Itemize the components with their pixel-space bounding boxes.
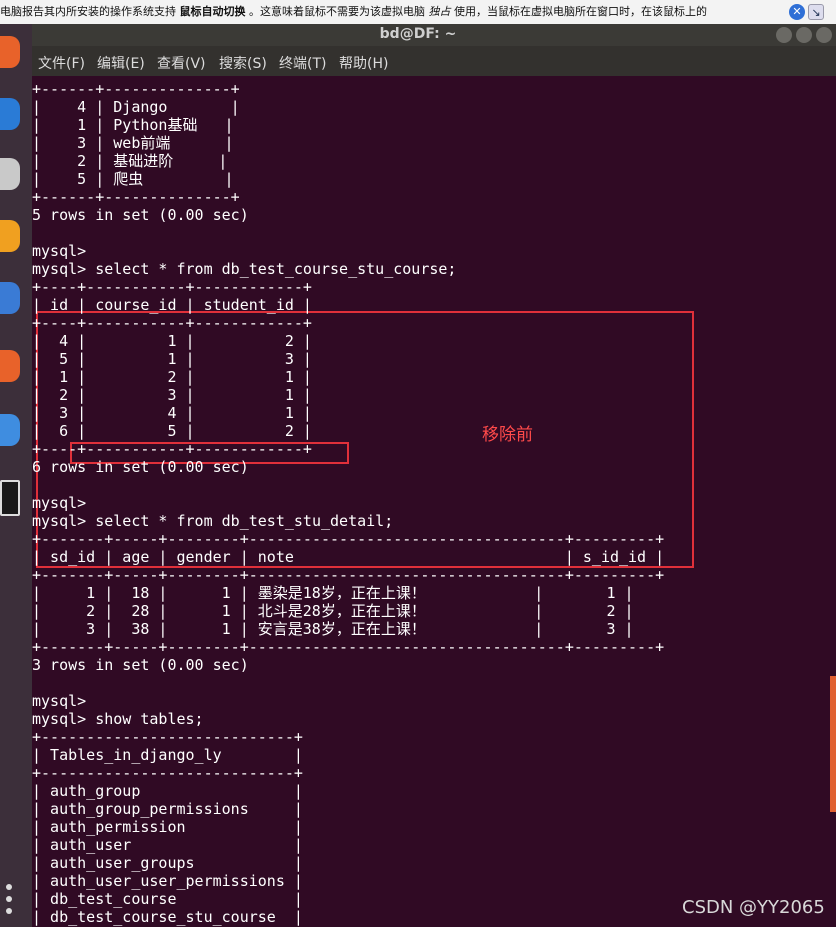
firefox-icon[interactable] (0, 36, 20, 68)
terminal-line: +------+--------------+ (32, 80, 240, 98)
terminal-line: mysql> show tables; (32, 710, 204, 728)
terminal-line: +----+-----------+------------+ (32, 440, 312, 458)
terminal-line: | sd_id | age | gender | note | s_id_id … (32, 548, 665, 566)
banner-text: 电脑报告其内所安装的操作系统支持 鼠标自动切换 。这意味着鼠标不需要为该虚拟电脑… (0, 5, 707, 18)
terminal-line: | 5 | 爬虫 | (32, 170, 234, 188)
menu-view[interactable]: 查看(V) (157, 53, 206, 73)
terminal-line: | Tables_in_django_ly | (32, 746, 303, 764)
terminal-line: | 2 | 3 | 1 | (32, 386, 312, 404)
terminal-line: | 1 | 18 | 1 | 墨染是18岁，正在上课！ | 1 | (32, 584, 634, 602)
menu-terminal[interactable]: 终端(T) (279, 53, 326, 73)
terminal-line: +-------+-----+--------+----------------… (32, 530, 665, 548)
terminal-line: | id | course_id | student_id | (32, 296, 312, 314)
vm-info-banner: 电脑报告其内所安装的操作系统支持 鼠标自动切换 。这意味着鼠标不需要为该虚拟电脑… (0, 0, 836, 24)
terminal-line: | 4 | Django | (32, 98, 240, 116)
files-icon[interactable] (0, 158, 20, 190)
terminal-line: +-------+-----+--------+----------------… (32, 638, 665, 656)
terminal-line: | auth_group | (32, 782, 303, 800)
terminal-line: | 3 | 4 | 1 | (32, 404, 312, 422)
apps-dot-1 (6, 884, 12, 890)
annotation-before-removal: 移除前 (482, 425, 533, 445)
terminal-output[interactable]: 移除前 +------+--------------+ | 4 | Django … (32, 76, 836, 927)
terminal-line: | 4 | 1 | 2 | (32, 332, 312, 350)
terminal-line: mysql> select * from db_test_stu_detail; (32, 512, 394, 530)
rhythmbox-icon[interactable] (0, 220, 20, 252)
scrollbar[interactable] (830, 676, 836, 812)
terminal-line: | 5 | 1 | 3 | (32, 350, 312, 368)
terminal-line: | auth_user_user_permissions | (32, 872, 303, 890)
banner-exclusive: 独占 (428, 5, 451, 18)
terminal-line: mysql> (32, 242, 87, 260)
terminal-line: | 3 | 38 | 1 | 安言是38岁，正在上课！ | 3 | (32, 620, 634, 638)
window-titlebar: bd@DF: ~ (0, 24, 836, 46)
apps-dot-2 (6, 896, 12, 902)
help-icon[interactable] (0, 414, 20, 446)
menu-help[interactable]: 帮助(H) (339, 53, 388, 73)
terminal-line: +----------------------------+ (32, 764, 303, 782)
terminal-line: | 1 | Python基础 | (32, 116, 234, 134)
writer-icon[interactable] (0, 282, 20, 314)
close-button[interactable] (816, 27, 832, 43)
terminal-line: | db_test_course_stu_course | (32, 908, 303, 926)
apps-dot-3 (6, 908, 12, 914)
terminal-line: | auth_group_permissions | (32, 800, 303, 818)
terminal-line: | auth_user | (32, 836, 303, 854)
terminal-icon[interactable] (0, 480, 20, 516)
menu-file[interactable]: 文件(F) (38, 53, 85, 73)
terminal-line: +------+--------------+ (32, 188, 240, 206)
maximize-button[interactable] (796, 27, 812, 43)
banner-bold-text: 鼠标自动切换 (179, 5, 246, 18)
terminal-line: | auth_permission | (32, 818, 303, 836)
terminal-line: | auth_user_groups | (32, 854, 303, 872)
launcher (0, 24, 32, 927)
terminal-line: 6 rows in set (0.00 sec) (32, 458, 249, 476)
terminal-line: +----------------------------+ (32, 728, 303, 746)
terminal-line: +----+-----------+------------+ (32, 278, 312, 296)
terminal-line: | 1 | 2 | 1 | (32, 368, 312, 386)
terminal-line: | db_test_course | (32, 890, 303, 908)
terminal-line: 3 rows in set (0.00 sec) (32, 656, 249, 674)
terminal-line: mysql> (32, 692, 87, 710)
terminal-line: | 2 | 基础进阶 | (32, 152, 228, 170)
menu-edit[interactable]: 编辑(E) (97, 53, 145, 73)
software-icon[interactable] (0, 350, 20, 382)
terminal-line: +-------+-----+--------+----------------… (32, 566, 665, 584)
watermark: CSDN @YY2065 (682, 897, 825, 918)
window-title: bd@DF: ~ (379, 26, 457, 42)
terminal-line: 5 rows in set (0.00 sec) (32, 206, 249, 224)
terminal-line: | 3 | web前端 | (32, 134, 234, 152)
banner-dismiss-icon[interactable]: ↘ (808, 4, 824, 20)
minimize-button[interactable] (776, 27, 792, 43)
banner-close-icon[interactable]: ✕ (789, 4, 805, 20)
menu-search[interactable]: 搜索(S) (219, 53, 267, 73)
thunderbird-icon[interactable] (0, 98, 20, 130)
terminal-line: | 2 | 28 | 1 | 北斗是28岁，正在上课！ | 2 | (32, 602, 634, 620)
terminal-line: +----+-----------+------------+ (32, 314, 312, 332)
terminal-line: mysql> select * from db_test_course_stu_… (32, 260, 457, 278)
terminal-line: mysql> (32, 494, 87, 512)
menubar: 文件(F) 编辑(E) 查看(V) 搜索(S) 终端(T) 帮助(H) (32, 46, 836, 76)
terminal-line: | 6 | 5 | 2 | (32, 422, 312, 440)
